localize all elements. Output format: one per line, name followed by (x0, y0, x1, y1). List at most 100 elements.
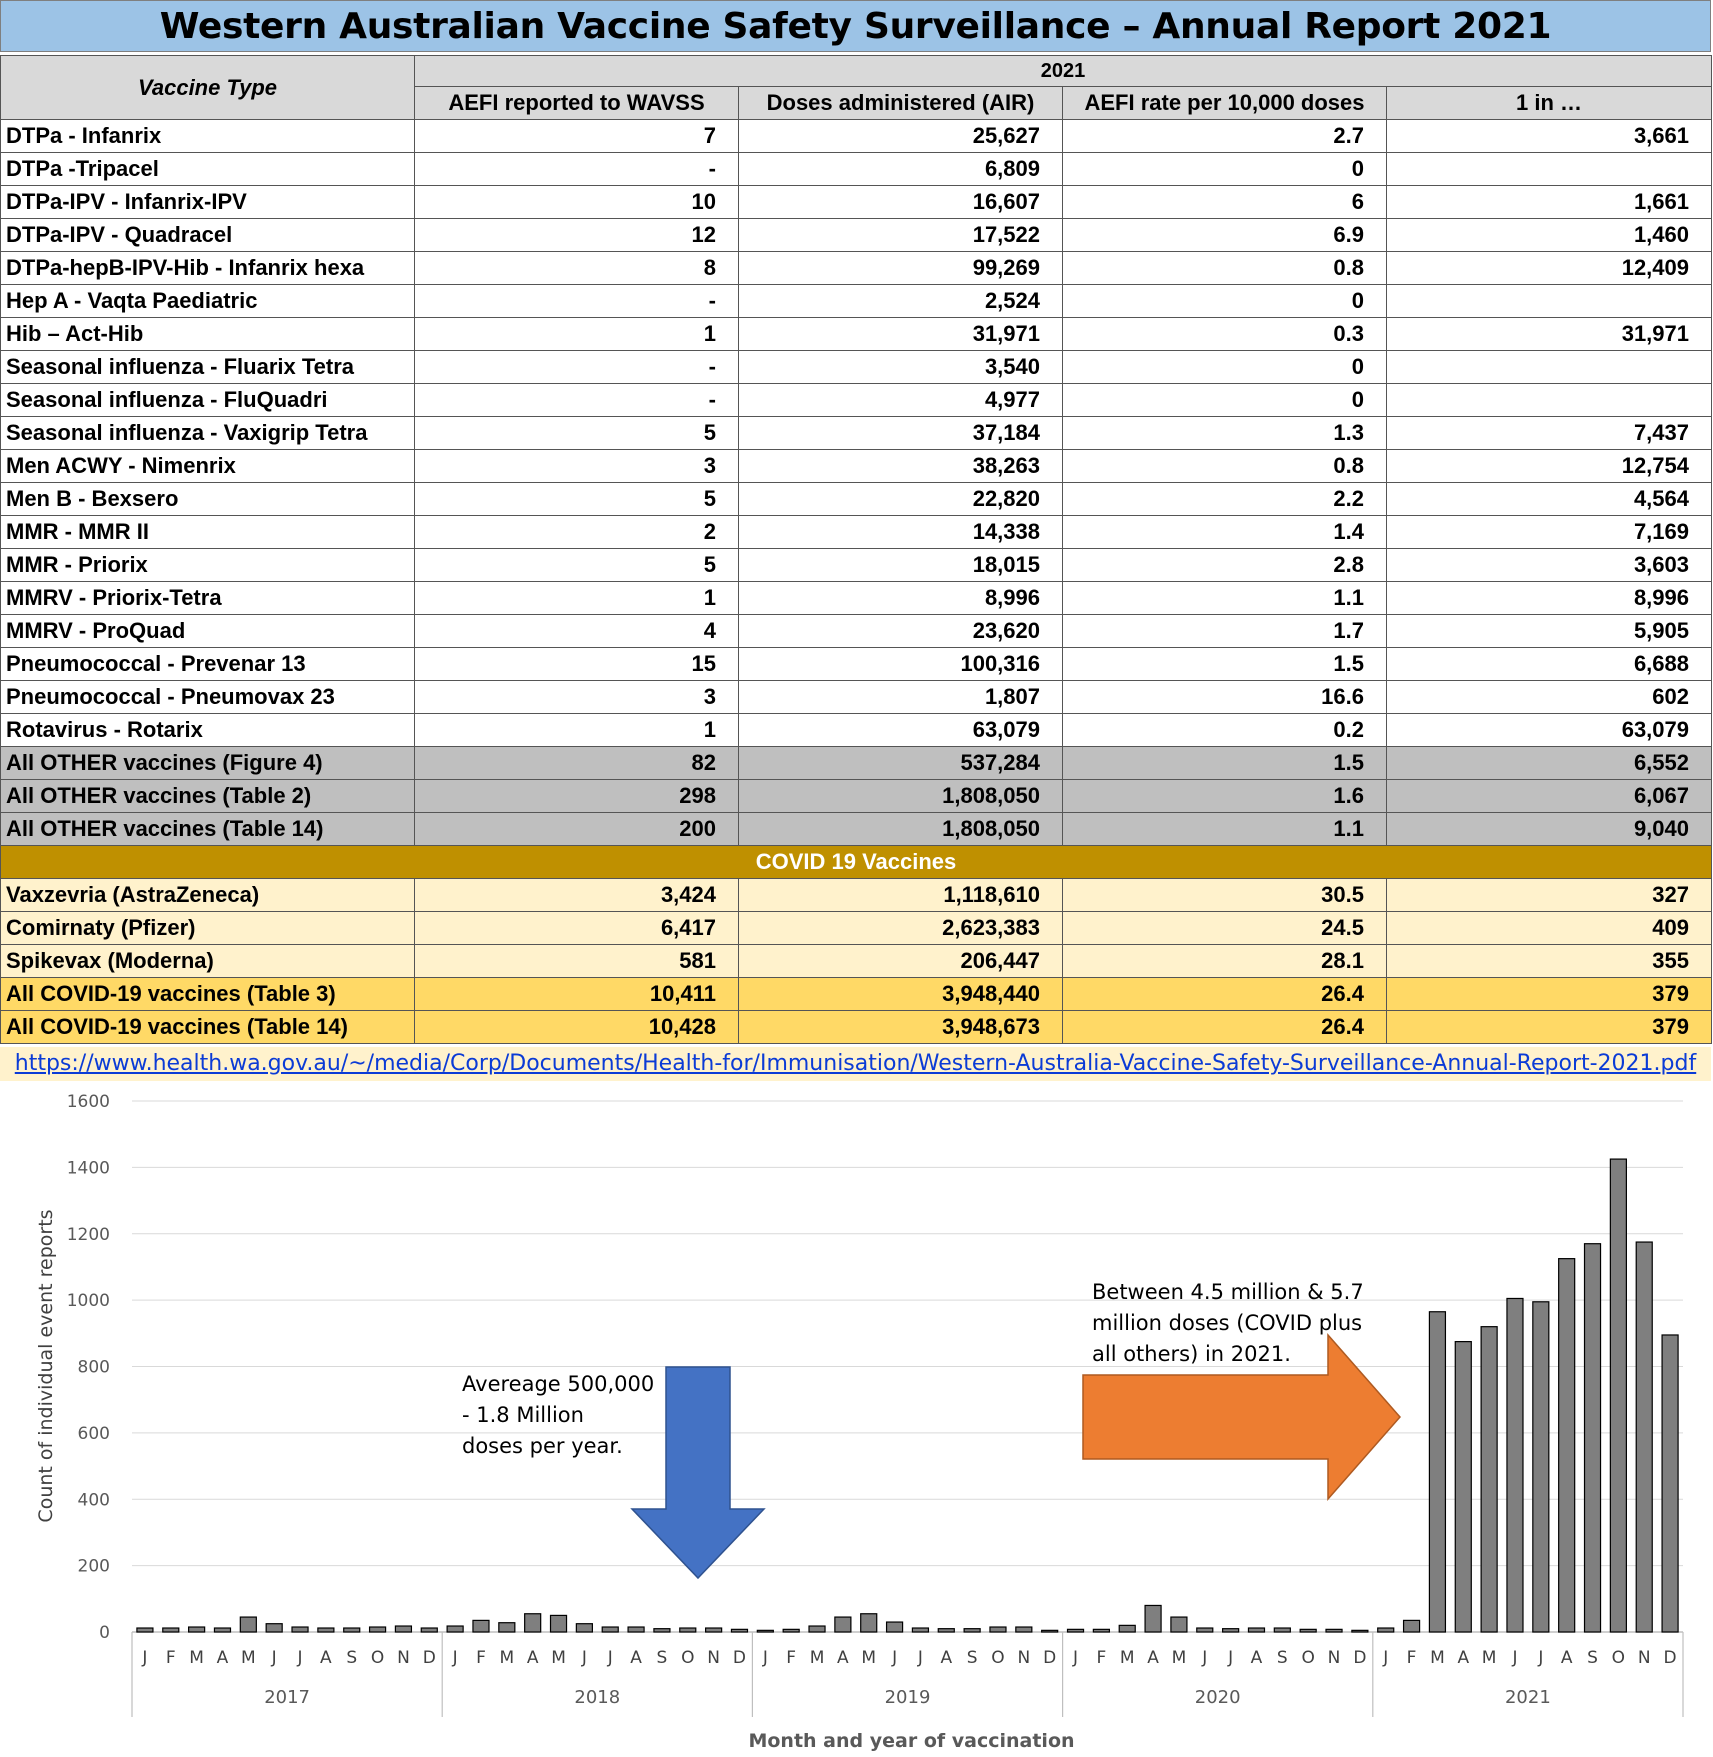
covid-header-label: COVID 19 Vaccines (0, 845, 1712, 879)
month-tick-label: M (241, 1648, 256, 1668)
cell-rate: 1.4 (1062, 515, 1387, 549)
y-tick-label: 400 (78, 1490, 110, 1510)
header-rate: AEFI rate per 10,000 doses (1062, 86, 1387, 120)
cell-aefi: 12 (414, 218, 739, 252)
month-tick-label: A (527, 1648, 539, 1668)
cell-aefi: 298 (414, 779, 739, 813)
month-tick-label: S (657, 1648, 668, 1668)
month-tick-label: N (1328, 1648, 1341, 1668)
annotation-text-line: Avereage 500,000 (462, 1372, 654, 1396)
month-tick-label: J (297, 1648, 303, 1668)
month-tick-label: N (1017, 1648, 1030, 1668)
cell-rate: 1.6 (1062, 779, 1387, 813)
cell-one-in: 63,079 (1386, 713, 1712, 747)
report-link[interactable]: https://www.health.wa.gov.au/~/media/Cor… (15, 1051, 1696, 1076)
cell-doses: 4,977 (738, 383, 1063, 417)
month-tick-label: M (1120, 1648, 1135, 1668)
cell-rate: 30.5 (1062, 878, 1387, 912)
month-tick-label: F (476, 1648, 486, 1668)
cell-one-in: 7,169 (1386, 515, 1712, 549)
cell-name: Hep A - Vaqta Paediatric (0, 284, 415, 318)
cell-one-in: 12,754 (1386, 449, 1712, 483)
cell-rate: 2.8 (1062, 548, 1387, 582)
cell-name: MMRV - Priorix-Tetra (0, 581, 415, 615)
table-row: Spikevax (Moderna) 581 206,447 28.1 355 (0, 944, 1712, 978)
cell-rate: 1.5 (1062, 746, 1387, 780)
month-tick-label: M (1430, 1648, 1445, 1668)
bar (549, 1614, 568, 1633)
bar (420, 1627, 438, 1633)
month-tick-label: D (1664, 1648, 1677, 1668)
month-tick-label: O (681, 1648, 694, 1668)
cell-doses: 31,971 (738, 317, 1063, 351)
cell-aefi: 1 (414, 713, 739, 747)
month-tick-label: M (1172, 1648, 1187, 1668)
cell-doses: 25,627 (738, 119, 1063, 153)
bar (963, 1628, 981, 1633)
bar (911, 1627, 930, 1633)
cell-rate: 6 (1062, 185, 1387, 219)
y-tick-label: 600 (78, 1424, 110, 1444)
cell-name: DTPa -Tripacel (0, 152, 415, 186)
month-tick-label: M (551, 1648, 566, 1668)
annotation-text-line: doses per year. (462, 1434, 623, 1458)
bar (1609, 1158, 1627, 1633)
month-tick-label: A (320, 1648, 332, 1668)
cell-aefi: 3,424 (414, 878, 739, 912)
bar (368, 1626, 387, 1633)
cell-rate: 1.7 (1062, 614, 1387, 648)
bar (937, 1628, 955, 1633)
cell-aefi: - (414, 284, 739, 318)
cell-name: DTPa-hepB-IPV-Hib - Infanrix hexa (0, 251, 415, 285)
header-vaccine-type: Vaccine Type (0, 55, 415, 120)
report-title: Western Australian Vaccine Safety Survei… (0, 0, 1711, 52)
year-label: 2019 (885, 1687, 931, 1708)
cell-one-in: 7,437 (1386, 416, 1712, 450)
month-tick-label: F (786, 1648, 796, 1668)
cell-one-in: 12,409 (1386, 251, 1712, 285)
month-tick-label: M (499, 1648, 514, 1668)
cell-aefi: 581 (414, 944, 739, 978)
table-row: Comirnaty (Pfizer) 6,417 2,623,383 24.5 409 (0, 911, 1712, 945)
cell-rate: 0 (1062, 383, 1387, 417)
year-label: 2020 (1195, 1687, 1241, 1708)
month-tick-label: A (837, 1648, 849, 1668)
bar (1170, 1616, 1188, 1633)
cell-aefi: 8 (414, 251, 739, 285)
cell-name: All OTHER vaccines (Table 2) (0, 779, 415, 813)
cell-name: MMR - MMR II (0, 515, 415, 549)
vaccine-safety-table: Vaccine Type 2021 AEFI reported to WAVSS… (0, 55, 1712, 1044)
table-row: Men ACWY - Nimenrix 3 38,263 0.8 12,754 (0, 449, 1712, 483)
cell-one-in: 3,661 (1386, 119, 1712, 153)
bar (575, 1623, 593, 1633)
month-tick-label: J (452, 1648, 458, 1668)
cell-aefi: - (414, 350, 739, 384)
month-tick-label: N (1638, 1648, 1651, 1668)
table-row: DTPa - Infanrix 7 25,627 2.7 3,661 (0, 119, 1712, 153)
cell-one-in (1386, 284, 1712, 318)
month-tick-label: D (423, 1648, 436, 1668)
bar (1506, 1297, 1524, 1633)
cell-doses: 37,184 (738, 416, 1063, 450)
cell-one-in: 6,688 (1386, 647, 1712, 681)
bar (1299, 1628, 1317, 1633)
cell-doses: 63,079 (738, 713, 1063, 747)
month-tick-label: A (1457, 1648, 1469, 1668)
table-row: All OTHER vaccines (Table 2) 298 1,808,050… (0, 779, 1712, 813)
month-tick-label: O (991, 1648, 1004, 1668)
month-tick-label: A (1251, 1648, 1263, 1668)
cell-name: DTPa - Infanrix (0, 119, 415, 153)
table-row: Pneumococcal - Prevenar 13 15 100,316 1.5 6,… (0, 647, 1712, 681)
cell-name: Spikevax (Moderna) (0, 944, 415, 978)
y-tick-label: 0 (99, 1623, 110, 1643)
header-year: 2021 (414, 55, 1712, 87)
month-tick-label: M (861, 1648, 876, 1668)
month-tick-label: A (1561, 1648, 1573, 1668)
cell-name: DTPa-IPV - Infanrix-IPV (0, 185, 415, 219)
bar (343, 1627, 361, 1633)
cell-name: Rotavirus - Rotarix (0, 713, 415, 747)
bar (756, 1629, 774, 1633)
header-aefi: AEFI reported to WAVSS (414, 86, 739, 120)
table-row: All COVID-19 vaccines (Table 3) 10,411 3,9… (0, 977, 1712, 1011)
y-tick-label: 800 (78, 1358, 110, 1378)
